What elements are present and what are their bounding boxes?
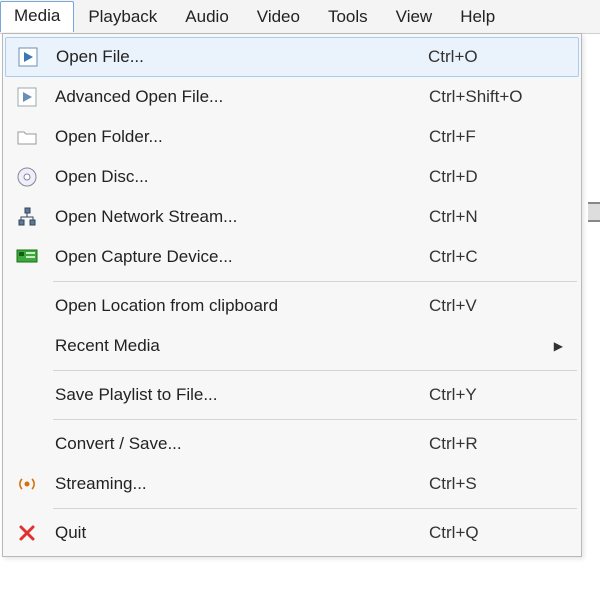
menu-item-shortcut: Ctrl+R [429, 434, 579, 454]
menu-item-recent-media[interactable]: Recent Media ▶ [5, 326, 579, 366]
menubar-item-video[interactable]: Video [243, 2, 314, 32]
menu-separator [53, 508, 577, 509]
menu-item-label: Open Location from clipboard [49, 296, 429, 316]
chevron-right-icon: ▶ [554, 339, 563, 353]
menubar: Media Playback Audio Video Tools View He… [0, 0, 600, 34]
menu-item-shortcut: Ctrl+Y [429, 385, 579, 405]
menu-item-save-playlist[interactable]: Save Playlist to File... Ctrl+Y [5, 375, 579, 415]
menu-item-label: Convert / Save... [49, 434, 429, 454]
menubar-item-playback[interactable]: Playback [74, 2, 171, 32]
menu-item-label: Streaming... [49, 474, 429, 494]
menu-item-shortcut: Ctrl+Q [429, 523, 579, 543]
menu-item-label: Open Folder... [49, 127, 429, 147]
menubar-item-help[interactable]: Help [446, 2, 509, 32]
menu-item-shortcut: Ctrl+V [429, 296, 579, 316]
menu-item-quit[interactable]: Quit Ctrl+Q [5, 513, 579, 553]
network-icon [5, 207, 49, 227]
menu-item-shortcut: Ctrl+Shift+O [429, 87, 579, 107]
menubar-item-view[interactable]: View [382, 2, 447, 32]
menu-item-advanced-open-file[interactable]: Advanced Open File... Ctrl+Shift+O [5, 77, 579, 117]
menu-item-label: Open Network Stream... [49, 207, 429, 227]
menu-item-streaming[interactable]: Streaming... Ctrl+S [5, 464, 579, 504]
menu-item-label: Open File... [50, 47, 428, 67]
menu-item-open-disc[interactable]: Open Disc... Ctrl+D [5, 157, 579, 197]
menu-separator [53, 419, 577, 420]
media-dropdown-menu: Open File... Ctrl+O Advanced Open File..… [2, 33, 582, 557]
menu-item-open-location-clipboard[interactable]: Open Location from clipboard Ctrl+V [5, 286, 579, 326]
stream-icon [5, 476, 49, 492]
menu-item-shortcut: Ctrl+S [429, 474, 579, 494]
menu-item-convert-save[interactable]: Convert / Save... Ctrl+R [5, 424, 579, 464]
menubar-item-audio[interactable]: Audio [171, 2, 242, 32]
menu-item-label: Quit [49, 523, 429, 543]
background-window-edge [588, 202, 600, 222]
menu-item-shortcut: Ctrl+N [429, 207, 579, 227]
menubar-item-media[interactable]: Media [0, 1, 74, 32]
menu-item-shortcut: Ctrl+F [429, 127, 579, 147]
capture-card-icon [5, 249, 49, 265]
play-file-icon [6, 47, 50, 67]
menu-item-label: Open Capture Device... [49, 247, 429, 267]
menu-item-label: Save Playlist to File... [49, 385, 429, 405]
menu-item-label: Recent Media [49, 336, 429, 356]
menu-item-open-network-stream[interactable]: Open Network Stream... Ctrl+N [5, 197, 579, 237]
play-file-icon [5, 87, 49, 107]
menu-item-open-capture-device[interactable]: Open Capture Device... Ctrl+C [5, 237, 579, 277]
disc-icon [5, 167, 49, 187]
close-icon [5, 524, 49, 542]
menubar-item-tools[interactable]: Tools [314, 2, 382, 32]
menu-item-label: Advanced Open File... [49, 87, 429, 107]
menu-separator [53, 370, 577, 371]
menu-separator [53, 281, 577, 282]
menu-item-shortcut: Ctrl+O [428, 47, 578, 67]
menu-item-open-file[interactable]: Open File... Ctrl+O [5, 37, 579, 77]
menu-item-open-folder[interactable]: Open Folder... Ctrl+F [5, 117, 579, 157]
menu-item-shortcut: Ctrl+D [429, 167, 579, 187]
menu-item-shortcut: Ctrl+C [429, 247, 579, 267]
folder-icon [5, 128, 49, 146]
menu-item-label: Open Disc... [49, 167, 429, 187]
